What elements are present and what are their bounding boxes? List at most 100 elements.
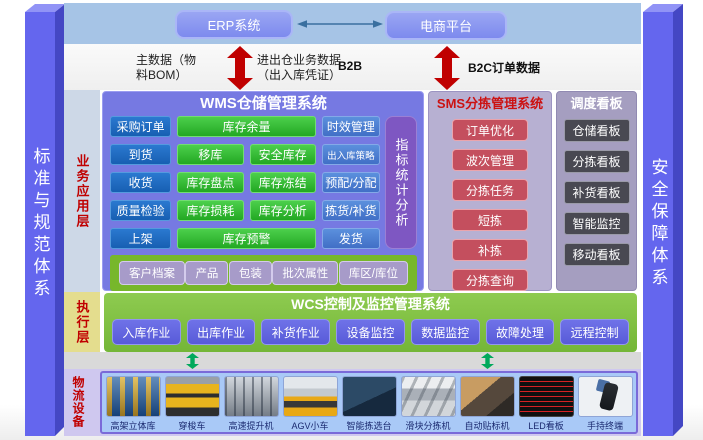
equipment-tile: 高速提升机 [224,376,279,432]
equipment-caption: 自动贴标机 [464,419,509,432]
rack-photo-icon [106,376,161,417]
slider-photo-icon [401,376,456,417]
equipment-tile: 智能拣选台 [342,376,397,432]
sms-function-box: 波次管理 [452,149,528,171]
sms-function-box: 订单优化 [452,119,528,141]
equipment-caption: 滑块分拣机 [405,419,450,432]
wms-function-box: 拣货/补货 [322,200,380,221]
equipment-tile: 自动贴标机 [460,376,515,432]
erp-system-node: ERP系统 [175,10,293,39]
wms-function-box: 移库 [177,144,243,165]
sms-function-list: 订单优化波次管理分拣任务短拣补拣分拣查询 [429,119,551,291]
equipment-caption: 穿梭车 [178,419,205,432]
handheld-photo-icon [578,376,633,417]
equipment-caption: AGV小车 [291,419,328,432]
shuttle-photo-icon [165,376,220,417]
master-data-box: 客户档案 [119,261,185,285]
wms-function-grid: 采购订单库存余量时效管理到货移库安全库存出入库策略收货库存盘点库存冻结预配/分配… [110,116,380,249]
dashboard-board-list: 仓储看板分拣看板补货看板智能监控移动看板 [557,119,636,266]
wms-function-box: 库存分析 [250,200,316,221]
equipment-tile: LED看板 [519,376,574,432]
equipment-caption: 高速提升机 [228,419,273,432]
wcs-function-box: 设备监控 [336,319,405,345]
sms-panel: SMS分拣管理系统 订单优化波次管理分拣任务短拣补拣分拣查询 [428,91,552,291]
wms-function-box: 库存余量 [177,116,315,137]
ecommerce-platform-node: 电商平台 [385,11,507,40]
master-data-box: 库区/库位 [339,261,408,285]
labeler-photo-icon [460,376,515,417]
wcs-function-box: 补货作业 [261,319,330,345]
dashboard-board-box: 补货看板 [564,181,630,204]
wms-body: 采购订单库存余量时效管理到货移库安全库存出入库策略收货库存盘点库存冻结预配/分配… [110,116,417,249]
red-double-arrow-b2c-icon [434,46,460,90]
wms-architecture-diagram: 标准与规范体系 安全保障体系 ERP系统 电商平台 主数据（物 料BOM） 进出… [0,0,703,440]
wms-function-box: 出入库策略 [322,144,380,165]
wms-function-box: 收货 [110,172,171,193]
red-double-arrow-erp-icon [227,46,253,90]
execution-layer-label: 执行层 [73,300,92,345]
equipment-caption: 手持终端 [587,419,623,432]
wms-function-box: 时效管理 [322,116,380,137]
equipment-tile: 高架立体库 [106,376,161,432]
master-data-box: 产品 [185,261,228,285]
dashboard-title: 调度看板 [557,95,636,113]
wms-function-box: 发货 [322,228,380,249]
dashboard-board-box: 移动看板 [564,243,630,266]
dashboard-board-box: 智能监控 [564,212,630,235]
sms-function-box: 补拣 [452,239,528,261]
external-systems-band: ERP系统 电商平台 [64,3,641,44]
wms-function-box: 库存预警 [177,228,315,249]
dashboard-panel: 调度看板 仓储看板分拣看板补货看板智能监控移动看板 [556,91,637,291]
sms-function-box: 分拣任务 [452,179,528,201]
master-data-box: 包装 [229,261,272,285]
sms-title: SMS分拣管理系统 [429,95,551,113]
wms-function-box: 库存冻结 [250,172,316,193]
wms-panel: WMS仓储管理系统 采购订单库存余量时效管理到货移库安全库存出入库策略收货库存盘… [102,91,424,291]
security-system-label: 安全保障体系 [643,12,673,436]
wms-function-box: 采购订单 [110,116,171,137]
wcs-function-box: 故障处理 [486,319,555,345]
lifter-photo-icon [224,376,279,417]
green-double-arrow-icon [186,353,199,369]
equipment-caption: 智能拣选台 [346,419,391,432]
wms-function-box: 安全库存 [250,144,316,165]
business-layer-column: 业务应用层 [64,90,100,292]
sms-function-box: 短拣 [452,209,528,231]
standards-system-label: 标准与规范体系 [25,12,55,436]
wcs-function-box: 数据监控 [411,319,480,345]
sms-function-box: 分拣查询 [452,269,528,291]
connector-strip [64,352,641,369]
wms-function-box: 预配/分配 [322,172,380,193]
master-data-box: 批次属性 [272,261,338,285]
equipment-caption: LED看板 [528,419,564,432]
equipment-tile: AGV小车 [283,376,338,432]
standards-system-pillar: 标准与规范体系 [20,2,66,440]
wcs-function-list: 入库作业出库作业补货作业设备监控数据监控故障处理远程控制 [104,314,637,345]
wms-function-box: 库存盘点 [177,172,243,193]
agv-photo-icon [283,376,338,417]
wcs-function-box: 出库作业 [187,319,256,345]
indicator-analysis-box: 指标统计分析 [385,116,417,249]
wms-function-box: 质量检验 [110,200,171,221]
blue-double-arrow-icon [297,19,383,29]
execution-layer-column: 执行层 [64,292,100,353]
equipment-layer-label: 物流设备 [70,376,87,428]
wcs-panel: WCS控制及监控管理系统 入库作业出库作业补货作业设备监控数据监控故障处理远程控… [104,293,637,352]
security-system-pillar: 安全保障体系 [638,2,684,440]
dashboard-board-box: 仓储看板 [564,119,630,142]
green-double-arrow-icon [481,353,494,369]
master-data-label: 主数据（物 料BOM） [136,53,226,83]
pick-photo-icon [342,376,397,417]
business-layer-label: 业务应用层 [73,154,92,229]
data-flow-band: 主数据（物 料BOM） 进出仓业务数据 （出入库凭证） B2B B2C订单数据 [64,44,641,90]
equipment-panel: 高架立体库穿梭车 高速提升机 AGV小车 智能拣选台 滑块分拣机 自动贴标机 LED看板 手持… [100,371,638,434]
wms-function-box: 上架 [110,228,171,249]
wms-function-box: 到货 [110,144,171,165]
equipment-tile: 穿梭车 [165,376,220,432]
b2c-orders-label: B2C订单数据 [468,59,540,76]
wcs-title: WCS控制及监控管理系统 [104,295,637,314]
equipment-row: 物流设备 高架立体库穿梭车 高速提升机 AGV小车 智能拣选台 滑块分拣机 自动贴标机 LE… [64,369,641,436]
dashboard-board-box: 分拣看板 [564,150,630,173]
equipment-tile: 手持终端 [578,376,633,432]
wcs-function-box: 入库作业 [112,319,181,345]
